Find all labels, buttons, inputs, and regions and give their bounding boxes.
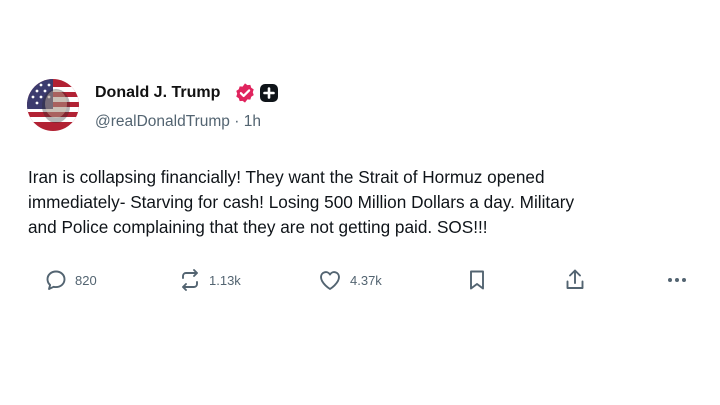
share-button[interactable] [563, 266, 587, 294]
more-icon [668, 278, 686, 282]
author-handle[interactable]: @realDonaldTrump [95, 113, 230, 130]
like-button[interactable]: 4.37k [317, 266, 382, 294]
avatar[interactable] [27, 79, 79, 131]
post-text: Iran is collapsing financially! They wan… [28, 167, 575, 237]
plus-badge-icon [260, 84, 278, 102]
more-options-button[interactable] [665, 266, 689, 294]
bookmark-icon [470, 270, 484, 290]
reply-icon [46, 270, 66, 290]
verified-badge-icon [236, 83, 254, 103]
repost-count: 1.13k [209, 272, 241, 288]
share-icon [566, 269, 584, 289]
post-card: Donald J. Trump @realDonaldTrump · 1h Ir… [0, 0, 720, 405]
like-count: 4.37k [350, 272, 382, 288]
reply-button[interactable]: 820 [44, 266, 97, 294]
author-display-name[interactable]: Donald J. Trump [95, 84, 220, 102]
post-timestamp[interactable]: 1h [244, 113, 261, 130]
author-meta: @realDonaldTrump · 1h [95, 113, 261, 131]
meta-separator: · [234, 113, 240, 130]
like-icon [320, 271, 340, 290]
repost-icon [182, 269, 198, 291]
reply-count: 820 [75, 272, 97, 288]
avatar-flag-portrait [27, 79, 79, 131]
bookmark-button[interactable] [466, 266, 488, 294]
repost-button[interactable]: 1.13k [178, 266, 241, 294]
